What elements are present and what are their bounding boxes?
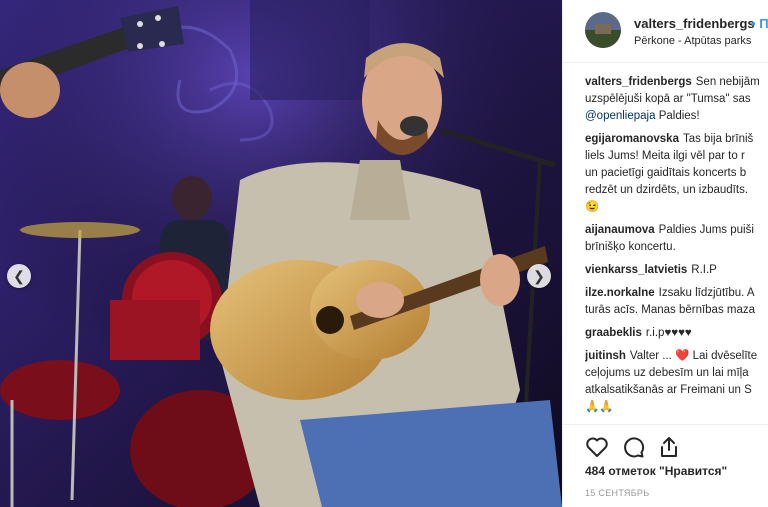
comment: aijanaumova Paldies Jums puiši brīnišķo k…	[585, 222, 768, 256]
comment-username[interactable]: graabeklis	[585, 327, 642, 339]
header-location[interactable]: Pērkone - Atpūtas parks	[634, 35, 751, 47]
comments-list: valters_fridenbergs Sen nebijām uzspēlēju…	[585, 74, 768, 422]
comment-button[interactable]	[621, 435, 645, 459]
comment-text: Tas bija brīniš	[682, 133, 754, 145]
comment-text: liels Jums! Meita ilgi vēl par to r	[585, 150, 745, 162]
comment-text: 🙏🙏	[585, 401, 614, 413]
avatar[interactable]	[585, 12, 621, 48]
comment-username[interactable]: aijanaumova	[585, 224, 655, 236]
comment-caption: valters_fridenbergs Sen nebijām uzspēlēju…	[585, 74, 768, 125]
comment-username[interactable]: valters_fridenbergs	[585, 76, 692, 88]
post-sidebar: valters_fridenbergs • П Pērkone - Atpūta…	[562, 0, 768, 507]
comment-text: Paldies Jums puiši	[658, 224, 754, 236]
comment-text: Valter ... ❤️ Lai dvēselīte	[629, 350, 758, 362]
comment-text: redzēt un dzirdēts, un izbaudīts.	[585, 184, 749, 196]
post-photo[interactable]: ❮ ❯	[0, 0, 562, 507]
wink-emoji-icon: 😉	[585, 201, 600, 213]
comment-text: Sen nebijām	[695, 76, 760, 88]
comment-icon	[624, 437, 645, 458]
next-photo-button[interactable]: ❯	[527, 264, 551, 288]
comment-text: brīnišķo koncertu.	[585, 241, 676, 253]
post-date: 15 СЕНТЯБРЬ	[585, 488, 650, 498]
share-icon	[661, 437, 677, 457]
comment-text: Izsaku līdzjūtību. A	[658, 287, 755, 299]
chevron-right-icon: ❯	[533, 267, 545, 284]
comment: juitinsh Valter ... ❤️ Lai dvēselīte ceļo…	[585, 348, 768, 416]
comment: ilze.norkalne Izsaku līdzjūtību. A turās …	[585, 285, 768, 319]
comment: vienkarss_latvietis R.I.P	[585, 262, 768, 279]
action-bar	[563, 424, 768, 465]
comment-username[interactable]: juitinsh	[585, 350, 626, 362]
comment-username[interactable]: egijaromanovska	[585, 133, 679, 145]
comment-text: R.I.P	[691, 264, 717, 276]
comment-text: r.i.p♥♥♥♥	[645, 327, 692, 339]
comment-text: Paldies!	[655, 110, 700, 122]
like-button[interactable]	[585, 435, 609, 459]
share-button[interactable]	[657, 435, 681, 459]
comment: egijaromanovska Tas bija brīniš liels Jum…	[585, 131, 768, 216]
instagram-post-modal: ❮ ❯ valters_fridenbergs • П Pērkone - At…	[0, 0, 768, 507]
follow-button[interactable]: • П	[751, 16, 768, 31]
comment-username[interactable]: vienkarss_latvietis	[585, 264, 687, 276]
likes-count[interactable]: 484 отметок "Нравится"	[585, 464, 727, 478]
comment-text: uzspēlējuši kopā ar "Tumsa" sas	[585, 93, 751, 105]
previous-photo-button[interactable]: ❮	[7, 264, 31, 288]
mention-link[interactable]: @openliepaja	[585, 110, 656, 122]
header-username[interactable]: valters_fridenbergs	[634, 16, 755, 31]
comment-text: atkalsatikšanās ar Freimani un S	[585, 384, 752, 396]
comment: graabeklis r.i.p♥♥♥♥	[585, 325, 768, 342]
comment-text: un pacietīgi gaidītais koncerts b	[585, 167, 747, 179]
post-header: valters_fridenbergs • П Pērkone - Atpūta…	[563, 0, 768, 63]
separator-dot: •	[751, 16, 756, 31]
comment-username[interactable]: ilze.norkalne	[585, 287, 655, 299]
comment-text: ceļojums uz debesīm un lai mīļa	[585, 367, 749, 379]
follow-label: П	[759, 16, 768, 31]
comment-text: turās acīs. Manas bērnības maza	[585, 304, 756, 316]
chevron-left-icon: ❮	[13, 267, 25, 284]
avatar-image	[585, 12, 621, 48]
heart-icon	[586, 437, 608, 457]
concert-photo	[0, 0, 562, 507]
